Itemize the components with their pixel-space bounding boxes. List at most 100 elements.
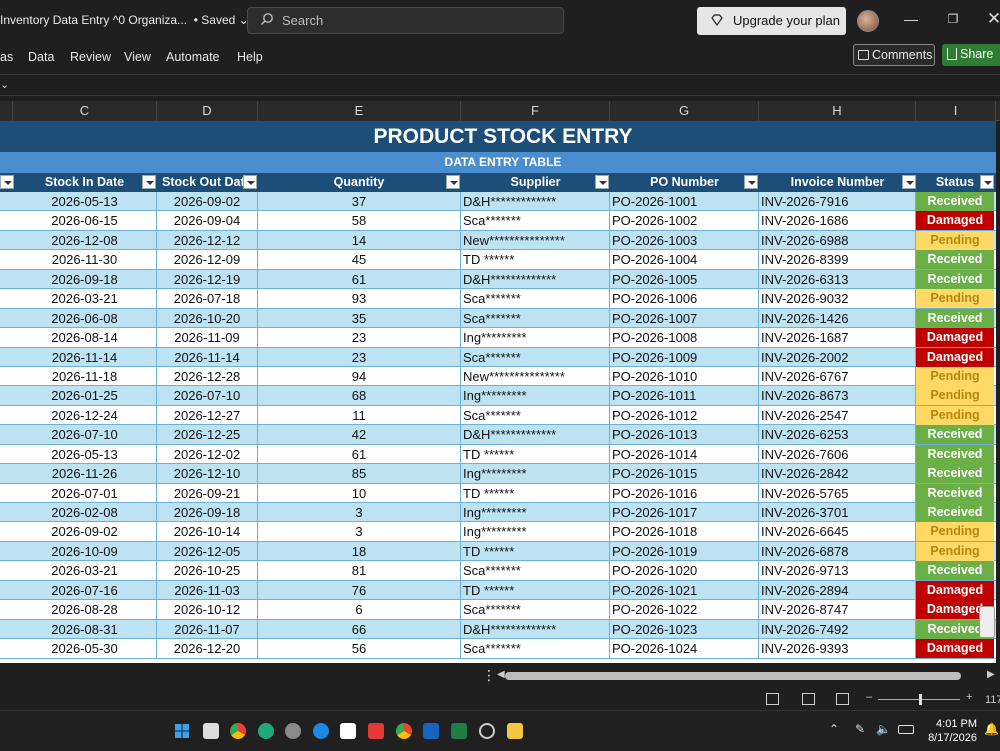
cell-po-number[interactable]: PO-2026-1009 [612,348,758,367]
cell-stock-in-date[interactable]: 2026-02-08 [13,503,156,522]
close-icon[interactable]: ✕ [985,10,1000,28]
cell-supplier[interactable]: Ing********* [463,503,609,522]
status-badge[interactable]: Pending [916,522,994,542]
cell-po-number[interactable]: PO-2026-1024 [612,639,758,658]
cell-invoice-number[interactable]: INV-2026-8399 [761,250,915,269]
cell-stock-in-date[interactable]: 2026-09-18 [13,270,156,289]
speaker-icon[interactable]: 🔈 [876,722,891,736]
cell-stock-out-date[interactable]: 2026-07-10 [157,386,257,405]
cell-quantity[interactable]: 3 [258,522,460,541]
chrome-icon[interactable] [230,723,246,739]
cell-stock-out-date[interactable]: 2026-09-18 [157,503,257,522]
cell-invoice-number[interactable]: INV-2026-1426 [761,309,915,328]
cell-stock-in-date[interactable]: 2026-09-02 [13,522,156,541]
table-row[interactable]: 2026-12-24 2026-12-27 11 Sca******* PO-2026-… [0,405,996,426]
cell-quantity[interactable]: 35 [258,309,460,328]
status-badge[interactable]: Pending [916,366,994,386]
status-badge[interactable]: Received [916,483,994,503]
cell-quantity[interactable]: 93 [258,289,460,308]
cell-stock-out-date[interactable]: 2026-11-07 [157,620,257,639]
status-badge[interactable]: Received [916,250,994,270]
cell-stock-in-date[interactable]: 2026-08-31 [13,620,156,639]
column-header-i[interactable]: I [916,101,996,121]
header-stock-out-date[interactable]: Stock Out Dat [157,173,257,192]
column-header-d[interactable]: D [157,101,258,121]
sheet-title[interactable]: PRODUCT STOCK ENTRY [0,121,996,152]
cell-quantity[interactable]: 18 [258,542,460,561]
cell-supplier[interactable]: Sca******* [463,406,609,425]
cell-invoice-number[interactable]: INV-2026-7916 [761,192,915,211]
column-header-g[interactable]: G [610,101,759,121]
menu-help[interactable]: Help [237,50,263,64]
cell-quantity[interactable]: 61 [258,270,460,289]
cell-stock-out-date[interactable]: 2026-10-12 [157,600,257,619]
cell-invoice-number[interactable]: INV-2026-5765 [761,484,915,503]
cell-invoice-number[interactable]: INV-2026-6988 [761,231,915,250]
chatgpt-icon[interactable] [479,723,495,739]
page-layout-view-icon[interactable] [802,693,815,705]
edge-icon[interactable] [258,723,274,739]
header-po-number[interactable]: PO Number [610,173,759,192]
cell-invoice-number[interactable]: INV-2026-6878 [761,542,915,561]
cell-po-number[interactable]: PO-2026-1008 [612,328,758,347]
cell-stock-in-date[interactable]: 2026-05-13 [13,445,156,464]
chrome-profile-icon[interactable] [396,723,412,739]
menu-automate[interactable]: Automate [166,50,220,64]
sheet-subtitle[interactable]: DATA ENTRY TABLE [0,152,996,173]
file-explorer-icon[interactable] [507,723,523,739]
cell-supplier[interactable]: D&H************* [463,192,609,211]
cell-supplier[interactable]: TD ****** [463,484,609,503]
status-badge[interactable]: Damaged [916,328,994,348]
cell-quantity[interactable]: 37 [258,192,460,211]
table-row[interactable]: 2026-06-15 2026-09-04 58 Sca******* PO-2026-… [0,211,996,231]
cell-invoice-number[interactable]: INV-2026-2894 [761,581,915,600]
filter-dropdown-icon[interactable] [902,175,916,189]
cell-stock-out-date[interactable]: 2026-12-27 [157,406,257,425]
cell-po-number[interactable]: PO-2026-1002 [612,211,758,230]
cell-stock-in-date[interactable]: 2026-05-30 [13,639,156,658]
cell-quantity[interactable]: 45 [258,250,460,269]
normal-view-icon[interactable] [766,693,779,705]
table-row[interactable]: 2026-01-25 2026-07-10 68 Ing********* PO-202… [0,386,996,406]
column-header-f[interactable]: F [461,101,610,121]
cell-stock-out-date[interactable]: 2026-10-25 [157,561,257,580]
cell-stock-in-date[interactable]: 2026-06-15 [13,211,156,230]
cell-invoice-number[interactable]: INV-2026-2002 [761,348,915,367]
cell-stock-in-date[interactable]: 2026-11-18 [13,367,156,386]
table-row[interactable]: 2026-05-30 2026-12-20 56 Sca******* PO-2026-… [0,639,996,659]
cell-stock-in-date[interactable]: 2026-11-30 [13,250,156,269]
status-badge[interactable]: Damaged [916,639,994,659]
status-badge[interactable]: Received [916,425,994,445]
cell-supplier[interactable]: Ing********* [463,464,609,483]
scroll-left-icon[interactable]: ◀ [497,669,505,680]
status-badge[interactable]: Received [916,308,994,328]
cell-invoice-number[interactable]: INV-2026-7492 [761,620,915,639]
cell-invoice-number[interactable]: INV-2026-7606 [761,445,915,464]
cell-supplier[interactable]: New*************** [463,367,609,386]
table-row[interactable]: 2026-07-10 2026-12-25 42 D&H************* PO… [0,425,996,445]
zoom-out-icon[interactable]: – [866,691,872,703]
app-icon[interactable] [368,723,384,739]
cell-invoice-number[interactable]: INV-2026-6313 [761,270,915,289]
cell-supplier[interactable]: New*************** [463,231,609,250]
formula-bar[interactable]: ⌄ [0,74,1000,96]
comments-button[interactable]: Comments [853,44,935,66]
cell-po-number[interactable]: PO-2026-1004 [612,250,758,269]
copilot-icon[interactable] [313,723,329,739]
cell-supplier[interactable]: TD ****** [463,250,609,269]
cell-supplier[interactable]: TD ****** [463,581,609,600]
menu-review[interactable]: Review [70,50,111,64]
status-badge[interactable]: Received [916,444,994,464]
cell-invoice-number[interactable]: INV-2026-2842 [761,464,915,483]
cell-stock-in-date[interactable]: 2026-12-24 [13,406,156,425]
table-row[interactable]: 2026-07-16 2026-11-03 76 TD ****** PO-2026-1… [0,580,996,601]
clock[interactable]: 4:01 PM 8/17/2026 [925,717,977,745]
table-row[interactable]: 2026-12-08 2026-12-12 14 New***************… [0,230,996,251]
column-header-e[interactable]: E [258,101,461,121]
cell-po-number[interactable]: PO-2026-1015 [612,464,758,483]
settings-icon[interactable] [285,723,301,739]
chevron-down-icon[interactable]: ⌄ [0,78,9,91]
scroll-right-icon[interactable]: ▶ [987,669,995,680]
table-row[interactable]: 2026-02-08 2026-09-18 3 Ing********* PO-2026… [0,503,996,523]
cell-quantity[interactable]: 94 [258,367,460,386]
